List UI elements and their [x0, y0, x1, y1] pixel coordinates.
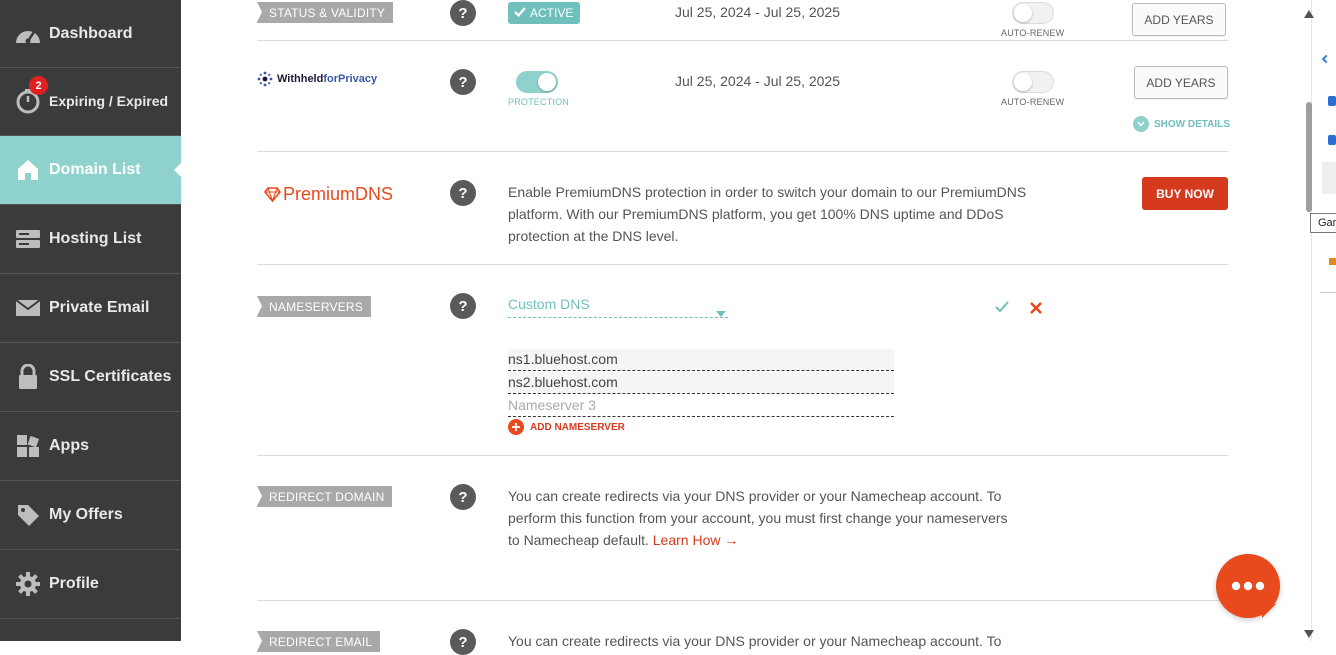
redirect-email-tag: REDIRECT EMAIL	[257, 631, 381, 652]
premiumdns-description: Enable PremiumDNS protection in order to…	[508, 184, 1027, 244]
apps-grid-icon	[14, 432, 42, 460]
sidebar-item-label: Hosting List	[49, 230, 142, 247]
learn-how-link[interactable]: Learn How →	[653, 532, 739, 548]
privacy-protection-label: PROTECTION	[508, 97, 570, 107]
redirect-domain-description: You can create redirects via your DNS pr…	[508, 488, 1008, 548]
privacy-auto-renew-label: AUTO-RENEW	[1001, 97, 1065, 107]
sidebar-item-label: Expiring / Expired	[49, 93, 169, 109]
sidebar-item-label: SSL Certificates	[49, 368, 172, 385]
domain-detail-panel: STATUS & VALIDITY ? ACTIVE Jul 25, 2024 …	[181, 0, 1311, 655]
status-auto-renew-toggle[interactable]	[1012, 2, 1054, 24]
divider	[257, 40, 1228, 41]
tag-icon	[14, 501, 42, 529]
side-panel-divider	[1320, 292, 1336, 293]
sidebar-item-profile[interactable]: Profile	[0, 550, 181, 619]
caret-down-icon	[716, 304, 726, 320]
nameserver-3-input[interactable]: Nameserver 3	[508, 395, 894, 417]
home-icon	[14, 156, 42, 184]
help-icon[interactable]: ?	[450, 0, 476, 26]
sidebar-item-domain-list[interactable]: Domain List	[0, 136, 182, 205]
help-icon[interactable]: ?	[450, 629, 476, 655]
help-icon[interactable]: ?	[450, 484, 476, 510]
lock-icon	[14, 363, 42, 391]
speedometer-icon	[14, 20, 42, 48]
nameserver-2-input[interactable]: ns2.bluehost.com	[508, 372, 894, 394]
tooltip-fragment: Gar	[1310, 213, 1336, 233]
sidebar-item-label: Dashboard	[49, 24, 133, 42]
show-details-link[interactable]: SHOW DETAILS	[1133, 116, 1230, 132]
side-panel-icon[interactable]	[1329, 258, 1336, 265]
sidebar-item-label: Apps	[49, 437, 89, 454]
chat-bubble-tail	[1262, 604, 1276, 618]
side-panel-icon[interactable]	[1328, 135, 1336, 145]
status-validity-dates: Jul 25, 2024 - Jul 25, 2025	[675, 4, 841, 20]
envelope-icon	[14, 294, 42, 322]
diamond-icon	[264, 187, 281, 202]
redirect-email-description: You can create redirects via your DNS pr…	[508, 633, 1002, 649]
sidebar-item-my-offers[interactable]: My Offers	[0, 481, 181, 550]
active-status-badge: ACTIVE	[508, 2, 581, 24]
withheld-for-privacy-logo: Withheld forPrivacy	[257, 71, 377, 87]
sidebar-item-label: My Offers	[49, 506, 123, 523]
sidebar-item-dashboard[interactable]: Dashboard	[0, 0, 181, 68]
status-add-years-button[interactable]: ADD YEARS	[1132, 3, 1226, 36]
confirm-check-icon[interactable]	[995, 300, 1009, 318]
browser-side-panel: Gar	[1304, 0, 1336, 641]
sidebar-item-ssl-certificates[interactable]: SSL Certificates	[0, 343, 181, 412]
status-auto-renew-label: AUTO-RENEW	[1001, 28, 1065, 38]
scroll-down-arrow[interactable]	[1304, 625, 1314, 643]
scroll-up-arrow[interactable]	[1304, 5, 1314, 23]
server-icon	[14, 225, 42, 253]
premiumdns-logo: PremiumDNS	[264, 184, 393, 205]
nameservers-tag: NAMESERVERS	[257, 296, 372, 317]
scrollbar-thumb[interactable]	[1306, 102, 1312, 212]
gear-icon	[14, 570, 42, 598]
privacy-logo-icon	[257, 71, 273, 87]
side-panel-user-icon[interactable]	[1322, 162, 1336, 194]
check-icon	[514, 6, 526, 20]
cancel-x-icon[interactable]	[1030, 301, 1042, 319]
sidebar-item-private-email[interactable]: Private Email	[0, 274, 181, 343]
add-nameserver-button[interactable]: ADD NAMESERVER	[508, 419, 625, 435]
privacy-dates: Jul 25, 2024 - Jul 25, 2025	[675, 73, 841, 89]
chevron-down-circle-icon	[1133, 116, 1149, 132]
divider	[257, 264, 1228, 265]
divider	[257, 600, 1228, 601]
dns-type-select[interactable]: Custom DNS	[508, 296, 728, 318]
redirect-domain-tag: REDIRECT DOMAIN	[257, 486, 393, 507]
side-panel-icon[interactable]	[1321, 54, 1331, 64]
sidebar-item-label: Domain List	[49, 161, 141, 178]
divider	[257, 455, 1228, 456]
sidebar-item-label: Private Email	[49, 299, 150, 316]
privacy-auto-renew-toggle[interactable]	[1012, 71, 1054, 93]
chat-dots-icon	[1231, 581, 1265, 591]
plus-circle-icon	[508, 419, 524, 435]
expiring-count-badge: 2	[29, 76, 48, 95]
privacy-add-years-button[interactable]: ADD YEARS	[1134, 66, 1228, 99]
sidebar-item-expiring[interactable]: 2 Expiring / Expired	[0, 67, 181, 136]
sidebar-item-label: Profile	[49, 575, 99, 592]
status-validity-tag: STATUS & VALIDITY	[257, 2, 394, 23]
privacy-protection-toggle[interactable]	[516, 71, 558, 93]
side-panel-icon[interactable]	[1328, 96, 1336, 106]
sidebar: Dashboard 2 Expiring / Expired Domain Li…	[0, 0, 182, 641]
help-icon[interactable]: ?	[450, 69, 476, 95]
sidebar-item-apps[interactable]: Apps	[0, 412, 181, 481]
buy-now-button[interactable]: BUY NOW	[1142, 177, 1228, 210]
sidebar-item-hosting-list[interactable]: Hosting List	[0, 205, 181, 274]
help-icon[interactable]: ?	[450, 293, 476, 319]
help-icon[interactable]: ?	[450, 180, 476, 206]
divider	[257, 151, 1228, 152]
nameserver-1-input[interactable]: ns1.bluehost.com	[508, 349, 894, 371]
